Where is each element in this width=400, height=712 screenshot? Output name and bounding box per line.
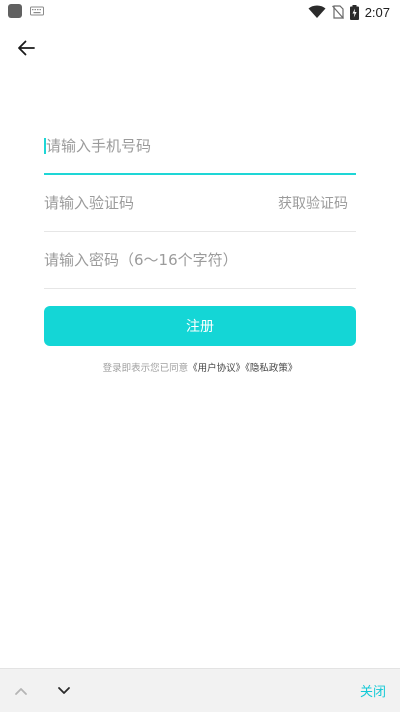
status-time: 2:07 [364,4,390,20]
privacy-policy-link[interactable]: 《隐私政策》 [245,363,297,374]
password-field [44,232,356,289]
agreement-text: 登录即表示您已同意《用户协议》《隐私政策》 [44,360,356,374]
battery-charging-icon [349,4,359,20]
keyboard-icon [30,6,44,16]
close-keyboard-button[interactable]: 关闭 [360,681,386,700]
code-field: 获取验证码 [44,175,356,232]
get-code-button[interactable]: 获取验证码 [278,193,348,213]
phone-field [44,118,356,175]
back-button[interactable] [12,34,40,62]
password-input[interactable] [44,232,356,288]
next-field-button[interactable] [54,681,74,701]
keyboard-accessory-bar: 关闭 [0,668,400,712]
wifi-icon [308,5,326,18]
app-square-icon [8,4,22,18]
agreement-prefix: 登录即表示您已同意 [102,363,189,374]
status-right: 2:07 [308,2,390,22]
register-button[interactable]: 注册 [44,306,356,346]
status-bar: 2:07 [0,0,400,24]
no-sim-icon [331,5,344,19]
user-agreement-link[interactable]: 《用户协议》 [188,363,245,374]
previous-field-button[interactable] [11,681,31,701]
chevron-down-icon [58,687,70,694]
status-left [8,4,44,18]
phone-input[interactable] [44,118,356,173]
arrow-left-icon [18,40,35,56]
chevron-up-icon [15,688,27,695]
register-form: 获取验证码 注册 登录即表示您已同意《用户协议》《隐私政策》 [44,118,356,374]
